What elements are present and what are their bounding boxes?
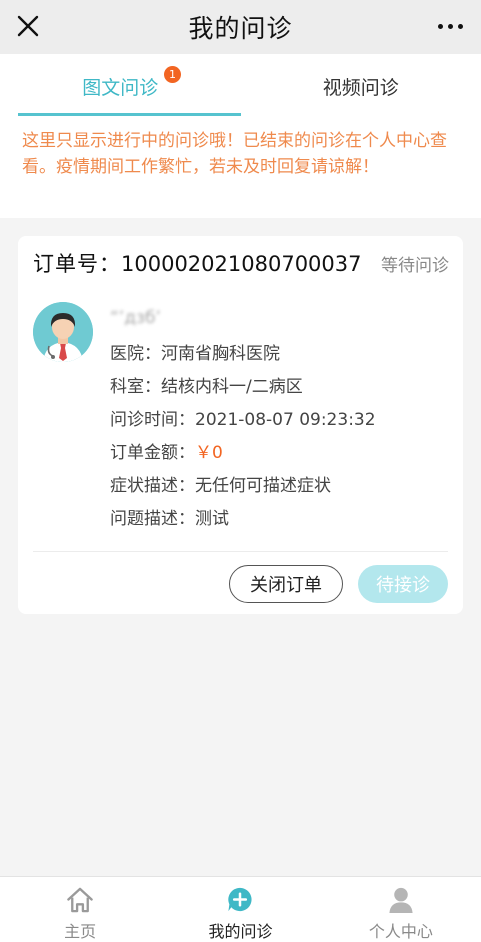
user-icon: [389, 887, 413, 914]
hospital-row: 医院：河南省胸科医院: [110, 338, 376, 371]
tab-text-consult[interactable]: 图文问诊 1: [0, 54, 241, 118]
field-key: 医院：: [110, 344, 161, 364]
order-details: 医院：河南省胸科医院 科室：结核内科一/二病区 问诊时间：2021-08-07 …: [110, 338, 376, 536]
more-icon[interactable]: [433, 12, 467, 40]
home-icon: [67, 887, 93, 913]
field-value: 测试: [195, 509, 229, 529]
field-key: 问题描述：: [110, 509, 195, 529]
consult-time-row: 问诊时间：2021-08-07 09:23:32: [110, 404, 376, 437]
field-key: 订单金额：: [110, 443, 195, 463]
divider: [33, 551, 448, 552]
order-number-value: 100002021080700037: [121, 252, 362, 276]
nav-label: 主页: [64, 922, 97, 941]
more-dot: [457, 23, 463, 29]
tab-bar: 图文问诊 1 视频问诊: [0, 54, 481, 118]
bottom-nav: 主页 我的问诊 个人中心: [0, 876, 481, 942]
nav-item-profile[interactable]: 个人中心: [321, 877, 481, 942]
field-value: 2021-08-07 09:23:32: [195, 410, 376, 430]
add-chat-icon: [228, 887, 253, 912]
question-row: 问题描述：测试: [110, 503, 376, 536]
field-value: 河南省胸科医院: [161, 344, 280, 364]
order-header: 订单号：100002021080700037 等待问诊: [33, 248, 449, 278]
symptom-row: 症状描述：无任何可描述症状: [110, 470, 376, 503]
nav-label: 个人中心: [368, 922, 433, 941]
tab-label: 图文问诊: [82, 76, 159, 99]
nav-label: 我的问诊: [208, 922, 273, 941]
wait-accept-button[interactable]: 待接诊: [358, 565, 448, 603]
field-value: 结核内科一/二病区: [161, 377, 303, 397]
doctor-avatar: [33, 302, 93, 362]
nav-item-home[interactable]: 主页: [0, 877, 160, 942]
tab-label: 视频问诊: [322, 76, 399, 99]
more-dot: [447, 23, 453, 29]
order-amount-row: 订单金额：￥0: [110, 437, 376, 470]
field-key: 症状描述：: [110, 476, 195, 496]
status-badge: 等待问诊: [381, 255, 449, 276]
price-value: ￥0: [195, 443, 223, 463]
titlebar: 我的问诊: [0, 0, 481, 54]
patient-name: “’дзб’: [110, 308, 161, 328]
notice-text: 这里只显示进行中的问诊哦！已结束的问诊在个人中心查看。疫情期间工作繁忙，若未及时…: [0, 118, 481, 218]
nav-item-my-consult[interactable]: 我的问诊: [160, 877, 320, 942]
close-order-button[interactable]: 关闭订单: [229, 565, 343, 603]
order-card[interactable]: 订单号：100002021080700037 等待问诊 “’дзб’ 医院：河南…: [18, 236, 463, 614]
department-row: 科室：结核内科一/二病区: [110, 371, 376, 404]
field-key: 科室：: [110, 377, 161, 397]
page-title: 我的问诊: [188, 14, 293, 43]
field-value: 无任何可描述症状: [195, 476, 331, 496]
more-dot: [437, 23, 443, 29]
unread-badge: 1: [164, 66, 181, 83]
order-number: 订单号：100002021080700037: [33, 248, 362, 278]
order-number-label: 订单号：: [33, 252, 121, 276]
field-key: 问诊时间：: [110, 410, 195, 430]
tab-video-consult[interactable]: 视频问诊: [241, 54, 481, 118]
close-icon[interactable]: [14, 12, 42, 40]
